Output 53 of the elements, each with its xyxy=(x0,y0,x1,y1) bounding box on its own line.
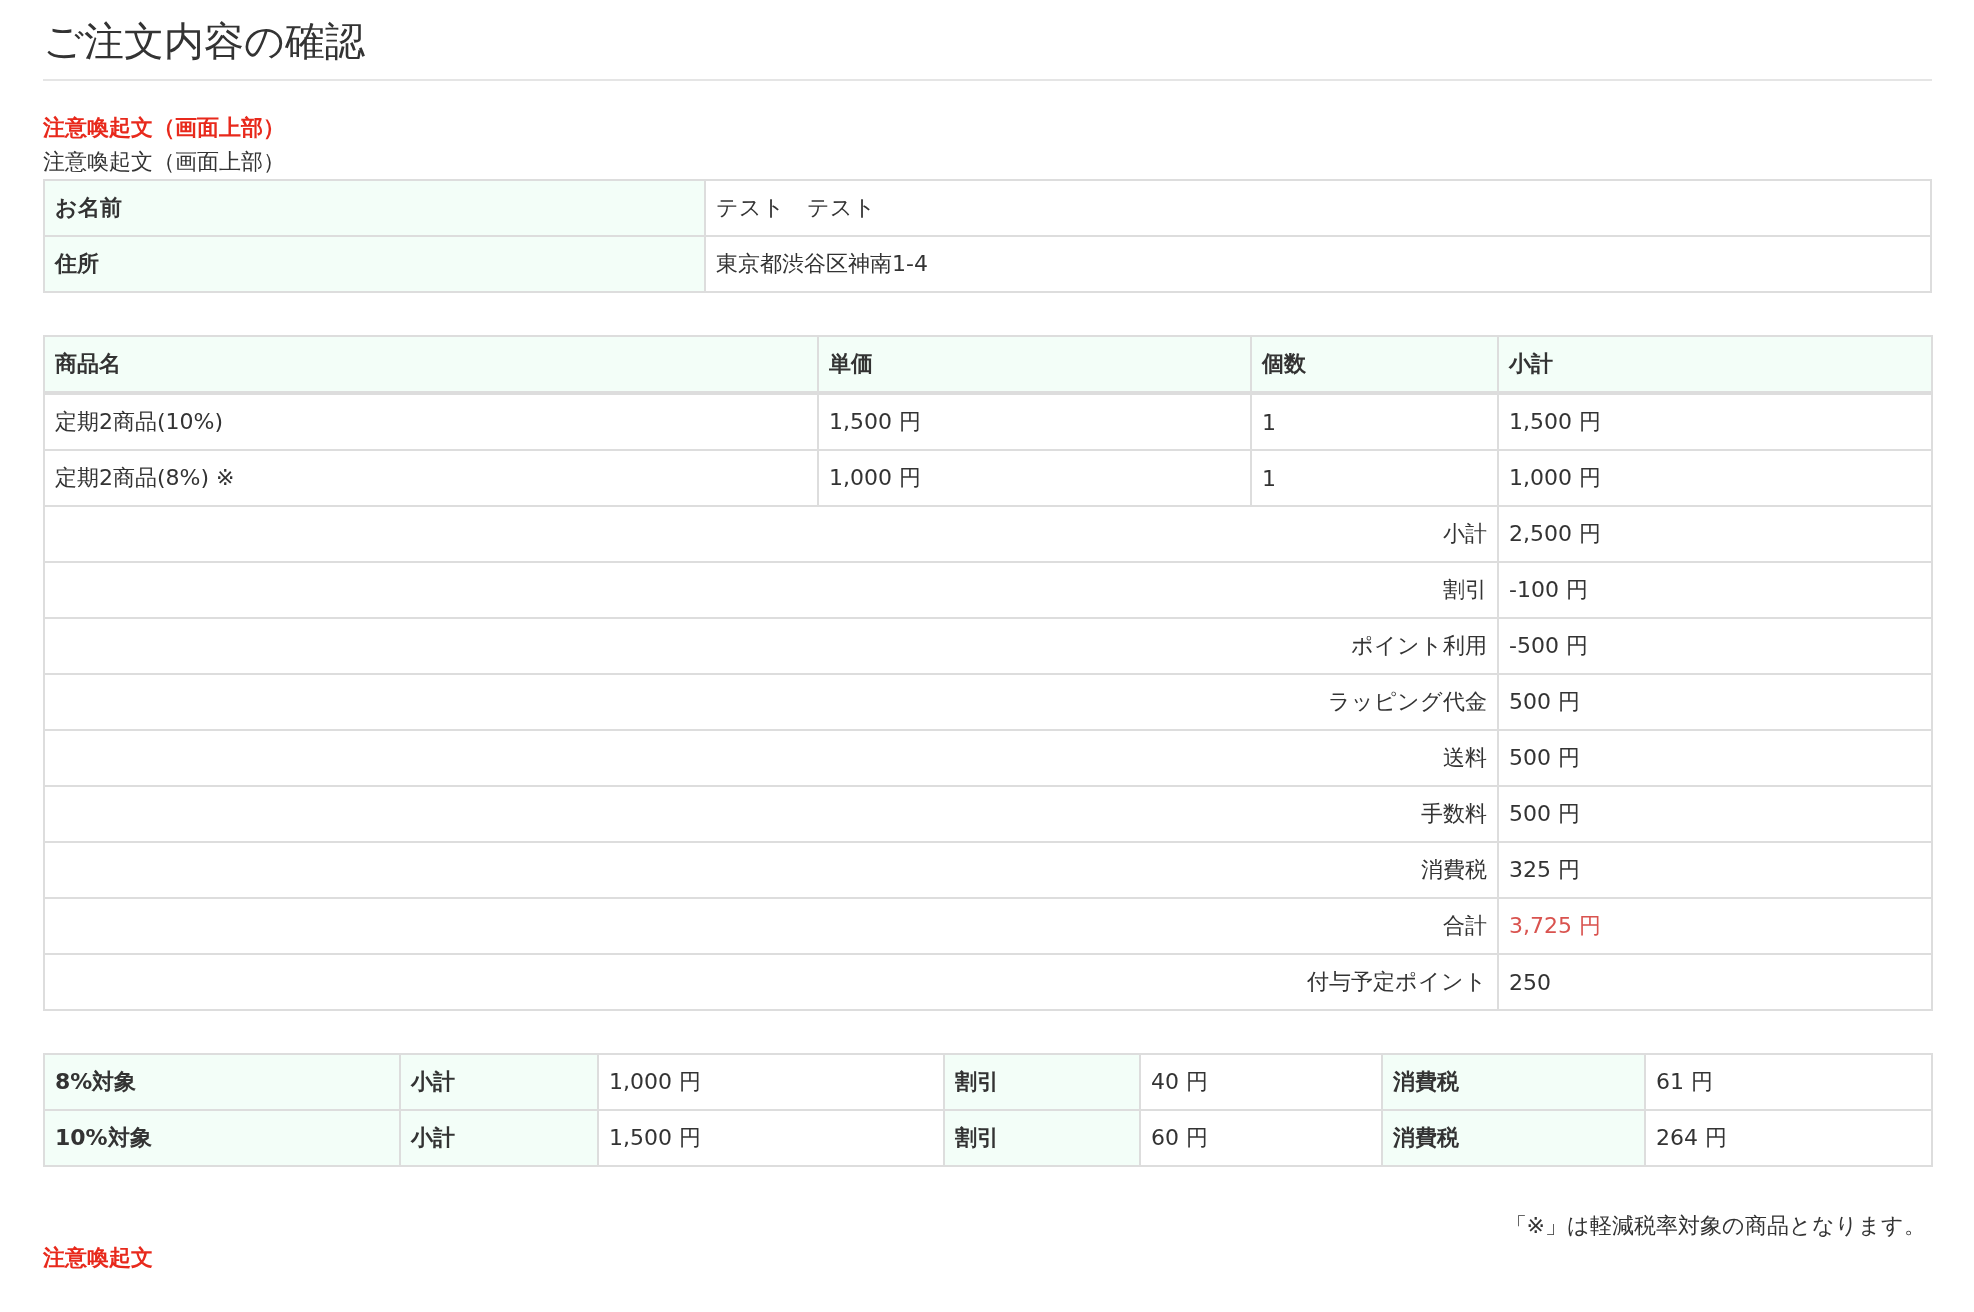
notice-text: 注意喚起文（画面上部） xyxy=(43,148,286,176)
summary-label: 送料 xyxy=(44,730,1498,786)
summary-label: 消費税 xyxy=(44,842,1498,898)
tax-label: 8%対象 xyxy=(44,1054,400,1110)
summary-value: 500 円 xyxy=(1498,674,1932,730)
tax-label: 割引 xyxy=(944,1054,1140,1110)
field-value: テスト テスト xyxy=(705,180,1931,236)
summary-label: 合計 xyxy=(44,898,1498,954)
field-label: お名前 xyxy=(44,180,705,236)
column-header: 個数 xyxy=(1251,336,1498,393)
table-cell: 定期2商品(8%) ※ xyxy=(44,450,818,506)
notice-heading: 注意喚起文（画面上部） xyxy=(43,114,286,142)
summary-label: 小計 xyxy=(44,506,1498,562)
tax-value: 61 円 xyxy=(1645,1054,1932,1110)
summary-value: -100 円 xyxy=(1498,562,1932,618)
tax-value: 264 円 xyxy=(1645,1110,1932,1166)
table-cell: 定期2商品(10%) xyxy=(44,393,818,450)
tax-label: 消費税 xyxy=(1382,1110,1645,1166)
table-cell: 1,000 円 xyxy=(1498,450,1932,506)
column-header: 小計 xyxy=(1498,336,1932,393)
table-cell: 1 xyxy=(1251,450,1498,506)
page-title: ご注文内容の確認 xyxy=(43,0,1932,81)
table-cell: 1,500 円 xyxy=(818,393,1251,450)
table-cell: 1,000 円 xyxy=(818,450,1251,506)
tax-value: 1,500 円 xyxy=(598,1110,944,1166)
column-header: 単価 xyxy=(818,336,1251,393)
summary-value: 2,500 円 xyxy=(1498,506,1932,562)
table-cell: 1,500 円 xyxy=(1498,393,1932,450)
summary-value: 3,725 円 xyxy=(1498,898,1932,954)
summary-value: -500 円 xyxy=(1498,618,1932,674)
summary-value: 500 円 xyxy=(1498,730,1932,786)
tax-label: 小計 xyxy=(400,1054,598,1110)
summary-label: ポイント利用 xyxy=(44,618,1498,674)
tax-value: 1,000 円 xyxy=(598,1054,944,1110)
summary-label: 手数料 xyxy=(44,786,1498,842)
summary-value: 250 xyxy=(1498,954,1932,1010)
notice-heading: 注意喚起文 xyxy=(43,1244,154,1272)
footnote: 「※」は軽減税率対象の商品となります。 xyxy=(1503,1212,1927,1240)
tax-label: 消費税 xyxy=(1382,1054,1645,1110)
field-label: 住所 xyxy=(44,236,705,292)
tax-value: 40 円 xyxy=(1140,1054,1382,1110)
table-cell: 1 xyxy=(1251,393,1498,450)
field-value: 東京都渋谷区神南1-4 xyxy=(705,236,1931,292)
tax-label: 10%対象 xyxy=(44,1110,400,1166)
tax-label: 割引 xyxy=(944,1110,1140,1166)
summary-label: 付与予定ポイント xyxy=(44,954,1498,1010)
summary-value: 500 円 xyxy=(1498,786,1932,842)
summary-label: 割引 xyxy=(44,562,1498,618)
column-header: 商品名 xyxy=(44,336,818,393)
summary-value: 325 円 xyxy=(1498,842,1932,898)
summary-label: ラッピング代金 xyxy=(44,674,1498,730)
tax-value: 60 円 xyxy=(1140,1110,1382,1166)
tax-label: 小計 xyxy=(400,1110,598,1166)
